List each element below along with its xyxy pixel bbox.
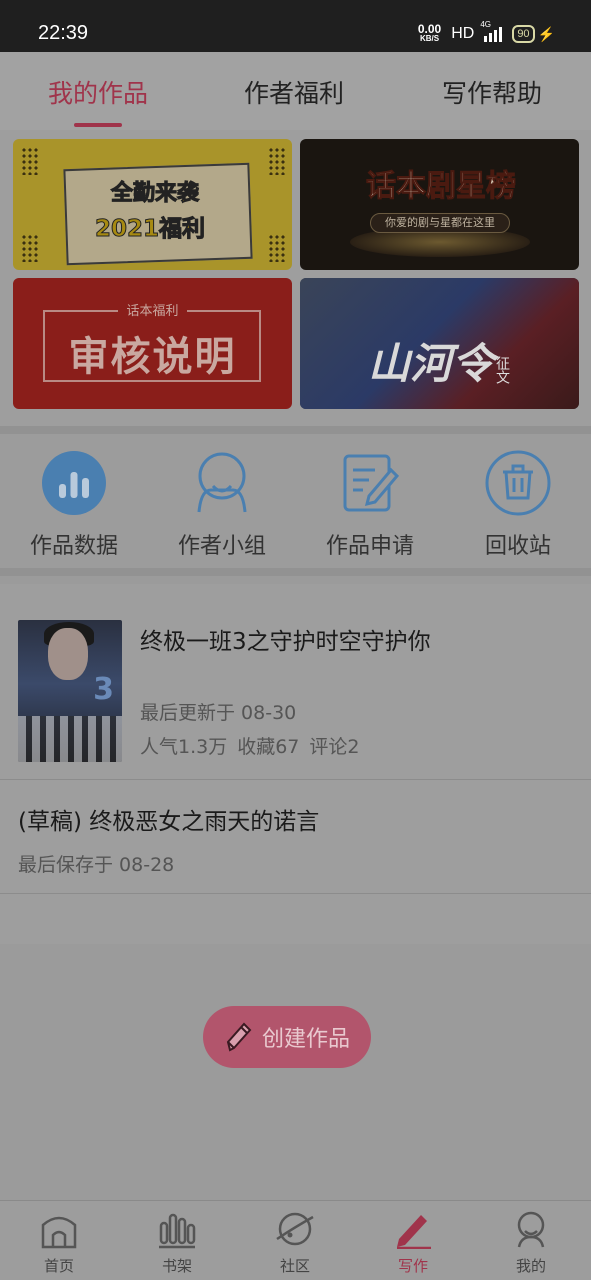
draft-saved: 最后保存于 08-28 bbox=[18, 854, 175, 876]
bookshelf-icon bbox=[159, 1213, 196, 1249]
nav-bookshelf[interactable]: 书架 bbox=[137, 1209, 217, 1276]
banner-contest[interactable]: 山河令 征文 bbox=[300, 278, 579, 409]
active-tab-indicator bbox=[74, 123, 122, 127]
decor-dots bbox=[21, 234, 39, 262]
tab-my-works[interactable]: 我的作品 bbox=[48, 74, 148, 110]
planet-icon bbox=[276, 1212, 314, 1246]
nav-label: 写作 bbox=[397, 1257, 428, 1275]
work-comments: 评论2 bbox=[309, 736, 360, 758]
quick-actions: 作品数据 作者小组 作品申请 回收站 bbox=[0, 426, 591, 576]
signal-icon: 4G bbox=[480, 20, 503, 42]
decor-dots bbox=[21, 147, 39, 175]
work-cover: 3 bbox=[18, 620, 122, 762]
create-work-label: 创建作品 bbox=[261, 1027, 350, 1052]
pencil-icon bbox=[226, 1022, 252, 1052]
quick-action-author-group[interactable]: 作者小组 bbox=[162, 450, 282, 560]
banner-title: 话本剧星榜 bbox=[366, 169, 517, 205]
status-bar: 22:39 0.00 KB/S HD 4G 90 ⚡ bbox=[0, 0, 591, 52]
nav-community[interactable]: 社区 bbox=[255, 1209, 335, 1276]
quick-action-label: 回收站 bbox=[484, 534, 551, 559]
status-indicators: 0.00 KB/S HD 4G 90 ⚡ bbox=[417, 20, 555, 44]
net-speed-value: 0.00 bbox=[417, 22, 442, 36]
cover-text: 3 bbox=[93, 672, 114, 707]
work-updated: 最后更新于 08-30 bbox=[140, 702, 297, 724]
cover-group bbox=[18, 716, 122, 762]
network-type: 4G bbox=[480, 20, 491, 29]
banner-grid: 全勤来袭 2021福利 话本剧星榜 你爱的剧与星都在这里 话本福利 审核说明 山… bbox=[0, 130, 591, 426]
nav-label: 社区 bbox=[279, 1257, 310, 1275]
bottom-nav: 首页 书架 社区 写作 我的 bbox=[0, 1200, 591, 1280]
quick-action-label: 作品申请 bbox=[325, 534, 414, 559]
nav-label: 我的 bbox=[515, 1257, 546, 1275]
quick-action-label: 作品数据 bbox=[29, 534, 118, 559]
nav-write[interactable]: 写作 bbox=[373, 1209, 453, 1276]
works-list: 3 终极一班3之守护时空守护你 最后更新于 08-30 人气1.3万 收藏67 … bbox=[0, 584, 591, 944]
work-popularity: 人气1.3万 bbox=[140, 736, 228, 758]
net-speed: 0.00 KB/S bbox=[417, 22, 442, 44]
status-time: 22:39 bbox=[38, 22, 89, 44]
quick-action-recycle-bin[interactable]: 回收站 bbox=[458, 450, 578, 560]
trash-icon bbox=[485, 450, 551, 516]
group-icon bbox=[197, 452, 247, 513]
edit-document-icon bbox=[343, 454, 400, 512]
cover-figure bbox=[48, 628, 88, 680]
nav-home[interactable]: 首页 bbox=[19, 1209, 99, 1276]
home-icon bbox=[41, 1216, 77, 1249]
decor-dots bbox=[268, 234, 286, 262]
banner-subtitle: 你爱的剧与星都在这里 bbox=[370, 213, 510, 233]
battery-level: 90 bbox=[512, 25, 535, 43]
create-work-button[interactable]: 创建作品 bbox=[203, 1006, 371, 1068]
battery-icon: 90 ⚡ bbox=[512, 25, 555, 43]
banner-line1: 全勤来袭 bbox=[110, 181, 200, 207]
work-stats: 人气1.3万 收藏67 评论2 bbox=[140, 732, 360, 759]
nav-label: 书架 bbox=[161, 1257, 192, 1275]
banner-review-guide[interactable]: 话本福利 审核说明 bbox=[13, 278, 292, 409]
quick-action-label: 作者小组 bbox=[177, 534, 266, 559]
hd-indicator: HD bbox=[451, 25, 475, 42]
draft-title: (草稿) 终极恶女之雨天的诺言 bbox=[18, 809, 320, 835]
nav-profile[interactable]: 我的 bbox=[491, 1209, 571, 1276]
banner-attendance-bonus[interactable]: 全勤来袭 2021福利 bbox=[13, 139, 292, 270]
write-page: 我的作品 作者福利 写作帮助 全勤来袭 2021福利 话本剧星榜 你爱的剧与星都… bbox=[0, 52, 591, 1280]
banner-line2: 2021福利 bbox=[94, 216, 206, 243]
work-item[interactable]: 3 终极一班3之守护时空守护你 最后更新于 08-30 人气1.3万 收藏67 … bbox=[0, 584, 591, 780]
quick-action-work-data[interactable]: 作品数据 bbox=[14, 450, 134, 560]
tab-writing-help[interactable]: 写作帮助 bbox=[442, 74, 542, 110]
decor-dots bbox=[268, 147, 286, 175]
net-speed-unit: KB/S bbox=[419, 34, 440, 43]
draft-item[interactable]: (草稿) 终极恶女之雨天的诺言 最后保存于 08-28 bbox=[0, 780, 591, 894]
banner-title: 山河令 bbox=[368, 339, 495, 388]
banner-tag: 话本福利 bbox=[13, 300, 292, 319]
work-title: 终极一班3之守护时空守护你 bbox=[140, 629, 431, 655]
nav-label: 首页 bbox=[43, 1257, 74, 1275]
profile-icon bbox=[517, 1211, 545, 1248]
tab-author-benefits[interactable]: 作者福利 bbox=[244, 74, 344, 110]
banner-title: 审核说明 bbox=[68, 334, 237, 380]
bar-chart-icon bbox=[42, 451, 106, 515]
quick-action-work-apply[interactable]: 作品申请 bbox=[310, 450, 430, 560]
work-favorites: 收藏67 bbox=[237, 736, 300, 758]
banner-tag: 征文 bbox=[494, 356, 510, 384]
pen-icon bbox=[397, 1215, 431, 1250]
banner-star-ranking[interactable]: 话本剧星榜 你爱的剧与星都在这里 bbox=[300, 139, 579, 270]
top-tabs: 我的作品 作者福利 写作帮助 bbox=[0, 52, 591, 130]
charging-icon: ⚡ bbox=[537, 25, 555, 42]
